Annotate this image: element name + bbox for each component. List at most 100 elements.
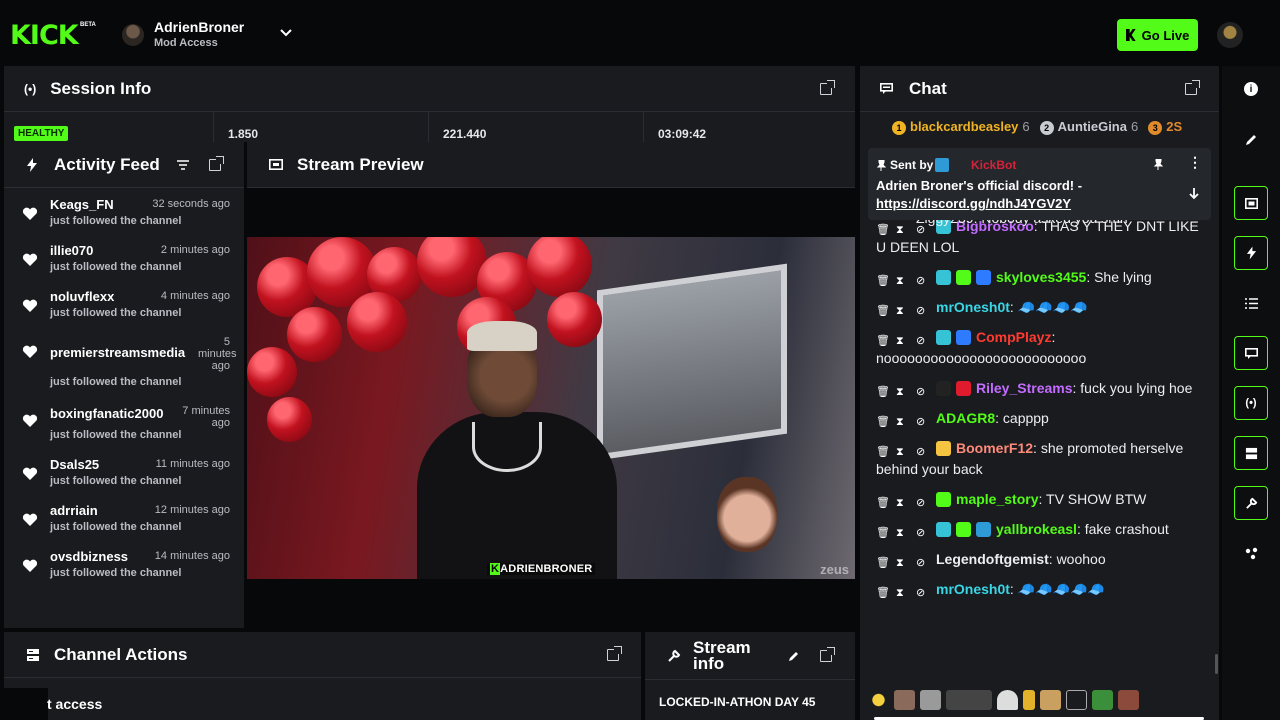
- delete-icon[interactable]: 🗑: [876, 224, 890, 236]
- chat-username[interactable]: mrOnesh0t: [936, 581, 1010, 597]
- delete-icon[interactable]: 🗑: [876, 305, 890, 317]
- unpin-icon[interactable]: [1154, 159, 1163, 170]
- stream-preview-toggle-icon[interactable]: [1234, 186, 1268, 220]
- chat-toggle-icon[interactable]: [1234, 336, 1268, 370]
- chat-scrollbar[interactable]: [1215, 654, 1218, 674]
- chat-username[interactable]: Legendoftgemist: [936, 551, 1049, 567]
- timeout-icon[interactable]: ⧗: [896, 305, 907, 317]
- pinned-link[interactable]: https://discord.gg/ndhJ4YGV2Y: [876, 196, 1071, 211]
- emote-bar[interactable]: [868, 688, 1203, 712]
- expand-arrow-icon[interactable]: [1189, 188, 1199, 200]
- popout-icon[interactable]: [209, 156, 224, 171]
- list-item[interactable]: illie070 2 minutes ago just followed the c…: [4, 235, 244, 281]
- chat-message[interactable]: 🗑 ⧗ ⊘ yallbrokeasl: fake crashout: [876, 515, 1201, 545]
- delete-icon[interactable]: 🗑: [876, 497, 890, 509]
- leaderboard-entry[interactable]: 2 AuntieGina 6: [1039, 119, 1138, 135]
- chat-message[interactable]: 🗑 ⧗ ⊘ BoomerF12: she promoted herselve behi…: [876, 434, 1201, 485]
- emote-icon[interactable]: [868, 690, 889, 710]
- ban-icon[interactable]: ⊘: [916, 275, 927, 287]
- activity-toggle-icon[interactable]: [1234, 236, 1268, 270]
- ban-icon[interactable]: ⊘: [916, 305, 927, 317]
- timeout-icon[interactable]: ⧗: [896, 416, 907, 428]
- chat-username[interactable]: yallbrokeasl: [996, 521, 1077, 537]
- user-avatar[interactable]: [1217, 22, 1243, 48]
- popout-icon[interactable]: [607, 646, 622, 661]
- channel-action-item[interactable]: [4, 688, 48, 720]
- emote-icon[interactable]: [894, 690, 915, 710]
- stream-video[interactable]: KADRIENBRONER zeus: [247, 237, 855, 579]
- timeout-icon[interactable]: ⧗: [896, 224, 907, 236]
- chat-username[interactable]: skyloves3455: [996, 269, 1086, 285]
- delete-icon[interactable]: 🗑: [876, 557, 890, 569]
- ban-icon[interactable]: ⊘: [916, 527, 927, 539]
- chat-message[interactable]: 🗑 ⧗ ⊘ mrOnesh0t: 🧢🧢🧢🧢: [876, 293, 1201, 323]
- emote-icon[interactable]: [1118, 690, 1139, 710]
- account-name[interactable]: AdrienBroner: [154, 19, 244, 35]
- follower-name[interactable]: premierstreamsmedia: [50, 345, 195, 360]
- go-live-button[interactable]: Go Live: [1117, 19, 1198, 51]
- session-info-toggle-icon[interactable]: (•): [1234, 386, 1268, 420]
- delete-icon[interactable]: 🗑: [876, 275, 890, 287]
- chat-messages[interactable]: 🗑 ⧗ ⊘ Bigbroskoo: THAS Y THEY DNT LIKE U DE…: [876, 212, 1201, 605]
- emote-icon[interactable]: [946, 690, 992, 710]
- chat-message[interactable]: 🗑 ⧗ ⊘ maple_story: TV SHOW BTW: [876, 485, 1201, 515]
- chat-username[interactable]: CompPlayz: [976, 329, 1051, 345]
- delete-icon[interactable]: 🗑: [876, 527, 890, 539]
- leaderboard-entry[interactable]: 1 blackcardbeasley 6: [892, 119, 1030, 135]
- popout-icon[interactable]: [820, 80, 835, 95]
- chat-message[interactable]: 🗑 ⧗ ⊘ skyloves3455: She lying: [876, 263, 1201, 293]
- chat-message[interactable]: 🗑 ⧗ ⊘ mrOnesh0t: 🧢🧢🧢🧢🧢: [876, 575, 1201, 605]
- channel-action-label[interactable]: t access: [47, 696, 102, 712]
- emote-icon[interactable]: [1040, 690, 1061, 710]
- ban-icon[interactable]: ⊘: [916, 557, 927, 569]
- pencil-icon[interactable]: [788, 650, 800, 662]
- kick-logo[interactable]: KICK: [10, 20, 79, 51]
- delete-icon[interactable]: 🗑: [876, 335, 890, 347]
- ban-icon[interactable]: ⊘: [916, 386, 927, 398]
- timeout-icon[interactable]: ⧗: [896, 557, 907, 569]
- ban-icon[interactable]: ⊘: [916, 446, 927, 458]
- list-item[interactable]: adrriain 12 minutes ago just followed the …: [4, 495, 244, 541]
- ban-icon[interactable]: ⊘: [916, 497, 927, 509]
- timeout-icon[interactable]: ⧗: [896, 587, 907, 599]
- popout-icon[interactable]: [1185, 80, 1200, 95]
- chat-username[interactable]: maple_story: [956, 491, 1038, 507]
- chat-username[interactable]: mrOnesh0t: [936, 299, 1010, 315]
- timeout-icon[interactable]: ⧗: [896, 335, 907, 347]
- emote-icon[interactable]: [1092, 690, 1113, 710]
- timeout-icon[interactable]: ⧗: [896, 497, 907, 509]
- emote-icon[interactable]: [997, 690, 1018, 710]
- edit-icon[interactable]: [1234, 122, 1268, 156]
- channel-actions-toggle-icon[interactable]: [1234, 436, 1268, 470]
- list-item[interactable]: Dsals25 11 minutes ago just followed the c…: [4, 449, 244, 495]
- chat-message[interactable]: 🗑 ⧗ ⊘ ADAGR8: capppp: [876, 404, 1201, 434]
- chevron-down-icon[interactable]: [279, 26, 293, 40]
- emote-icon[interactable]: [1023, 690, 1035, 710]
- account-avatar[interactable]: [122, 24, 144, 46]
- list-item[interactable]: Keags_FN 32 seconds ago just followed the …: [4, 189, 244, 235]
- timeout-icon[interactable]: ⧗: [896, 275, 907, 287]
- emote-icon[interactable]: [1066, 690, 1087, 710]
- share-icon[interactable]: [1234, 536, 1268, 570]
- chat-username[interactable]: Riley_Streams: [976, 380, 1073, 396]
- activity-feed-list[interactable]: Keags_FN 32 seconds ago just followed the …: [4, 189, 244, 628]
- timeout-icon[interactable]: ⧗: [896, 386, 907, 398]
- list-item[interactable]: boxingfanatic2000 7 minutes ago just follo…: [4, 396, 244, 449]
- timeout-icon[interactable]: ⧗: [896, 527, 907, 539]
- info-icon[interactable]: i: [1234, 72, 1268, 106]
- list-icon[interactable]: [1234, 286, 1268, 320]
- ban-icon[interactable]: ⊘: [916, 587, 927, 599]
- popout-icon[interactable]: [820, 647, 835, 662]
- more-options-icon[interactable]: ⋮: [1188, 154, 1202, 171]
- list-item[interactable]: noluvflexx 4 minutes ago just followed the…: [4, 281, 244, 327]
- delete-icon[interactable]: 🗑: [876, 587, 890, 599]
- follower-name[interactable]: boxingfanatic2000: [50, 406, 175, 421]
- delete-icon[interactable]: 🗑: [876, 386, 890, 398]
- stream-info-toggle-icon[interactable]: [1234, 486, 1268, 520]
- list-item[interactable]: premierstreamsmedia 5 minutes ago just fol…: [4, 327, 244, 396]
- leaderboard-entry[interactable]: 3 2S: [1148, 119, 1186, 135]
- ban-icon[interactable]: ⊘: [916, 416, 927, 428]
- chat-message[interactable]: 🗑 ⧗ ⊘ CompPlayz: nooooooooooooooooooooooooo…: [876, 323, 1201, 374]
- ban-icon[interactable]: ⊘: [916, 335, 927, 347]
- filter-icon[interactable]: [177, 160, 189, 170]
